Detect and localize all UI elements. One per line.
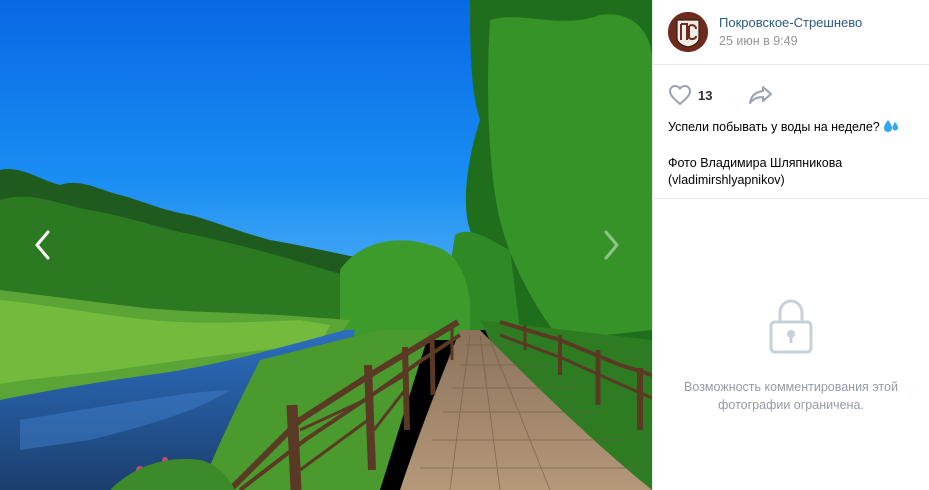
divider (653, 198, 929, 199)
post-sidebar: Покровское-Стрешнево 25 июн в 9:49 13 Ус… (652, 0, 929, 490)
like-count: 13 (698, 87, 713, 103)
photo-credit-handle[interactable]: (vladimirshlyapnikov) (668, 172, 914, 189)
post-caption: Успели побывать у воды на неделе? (668, 120, 880, 134)
author-name[interactable]: Покровское-Стрешнево (719, 14, 862, 31)
photo[interactable] (0, 0, 652, 490)
community-logo-icon (668, 12, 708, 52)
comments-closed-notice: Возможность комментирования этой фотогра… (653, 297, 929, 414)
comments-closed-text-line2: фотографии ограничена. (718, 398, 864, 412)
lock-icon (768, 297, 814, 360)
chevron-left-icon (35, 230, 50, 260)
heart-icon (669, 85, 691, 105)
like-button[interactable]: 13 (668, 84, 712, 106)
chevron-right-icon (604, 230, 619, 260)
photo-image (0, 0, 652, 490)
next-photo-button[interactable] (592, 225, 632, 265)
share-button[interactable] (748, 84, 774, 106)
post-actions: 13 (653, 65, 929, 107)
post-header: Покровское-Стрешнево 25 июн в 9:49 (653, 0, 929, 65)
photo-viewer: Покровское-Стрешнево 25 июн в 9:49 13 Ус… (0, 0, 929, 490)
comments-closed-text-line1: Возможность комментирования этой (684, 380, 898, 394)
avatar[interactable] (668, 12, 708, 52)
sweat-droplets-emoji (883, 119, 900, 139)
previous-photo-button[interactable] (22, 225, 62, 265)
photo-credit: Фото Владимира Шляпникова (668, 156, 843, 170)
post-text: Успели побывать у воды на неделе? Фото В… (653, 107, 929, 189)
post-date[interactable]: 25 июн в 9:49 (719, 33, 862, 50)
share-arrow-icon (749, 86, 773, 104)
